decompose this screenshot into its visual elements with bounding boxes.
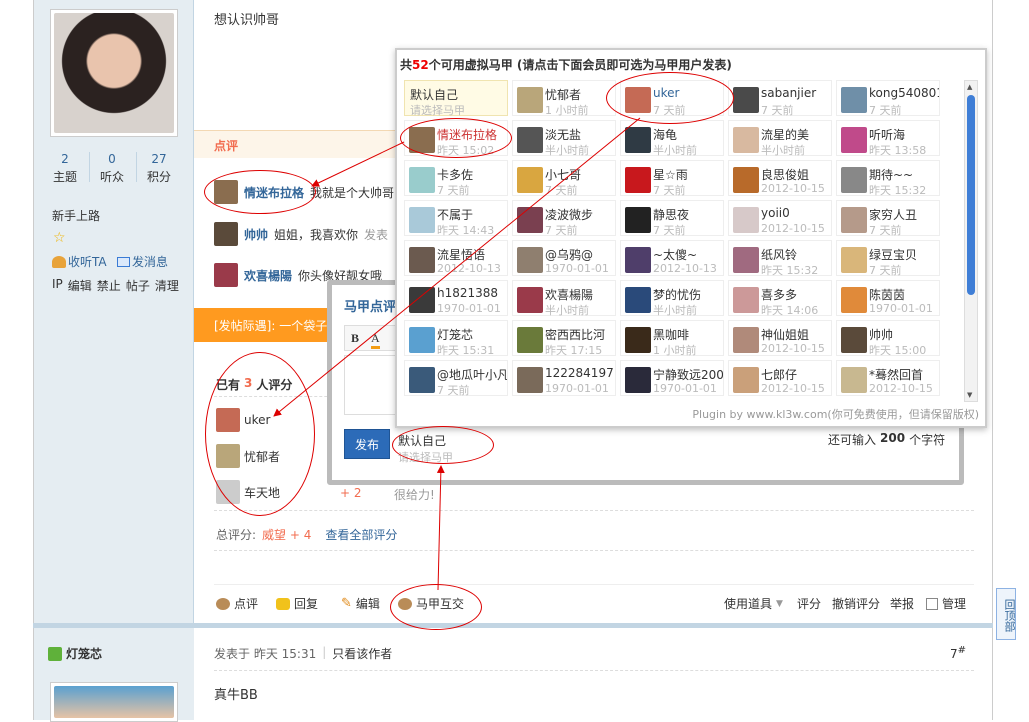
annotation-arrow [273,117,641,417]
annotation-arrow [436,465,445,591]
annotation-arrows [273,117,641,591]
annotation-arrow [311,141,405,187]
